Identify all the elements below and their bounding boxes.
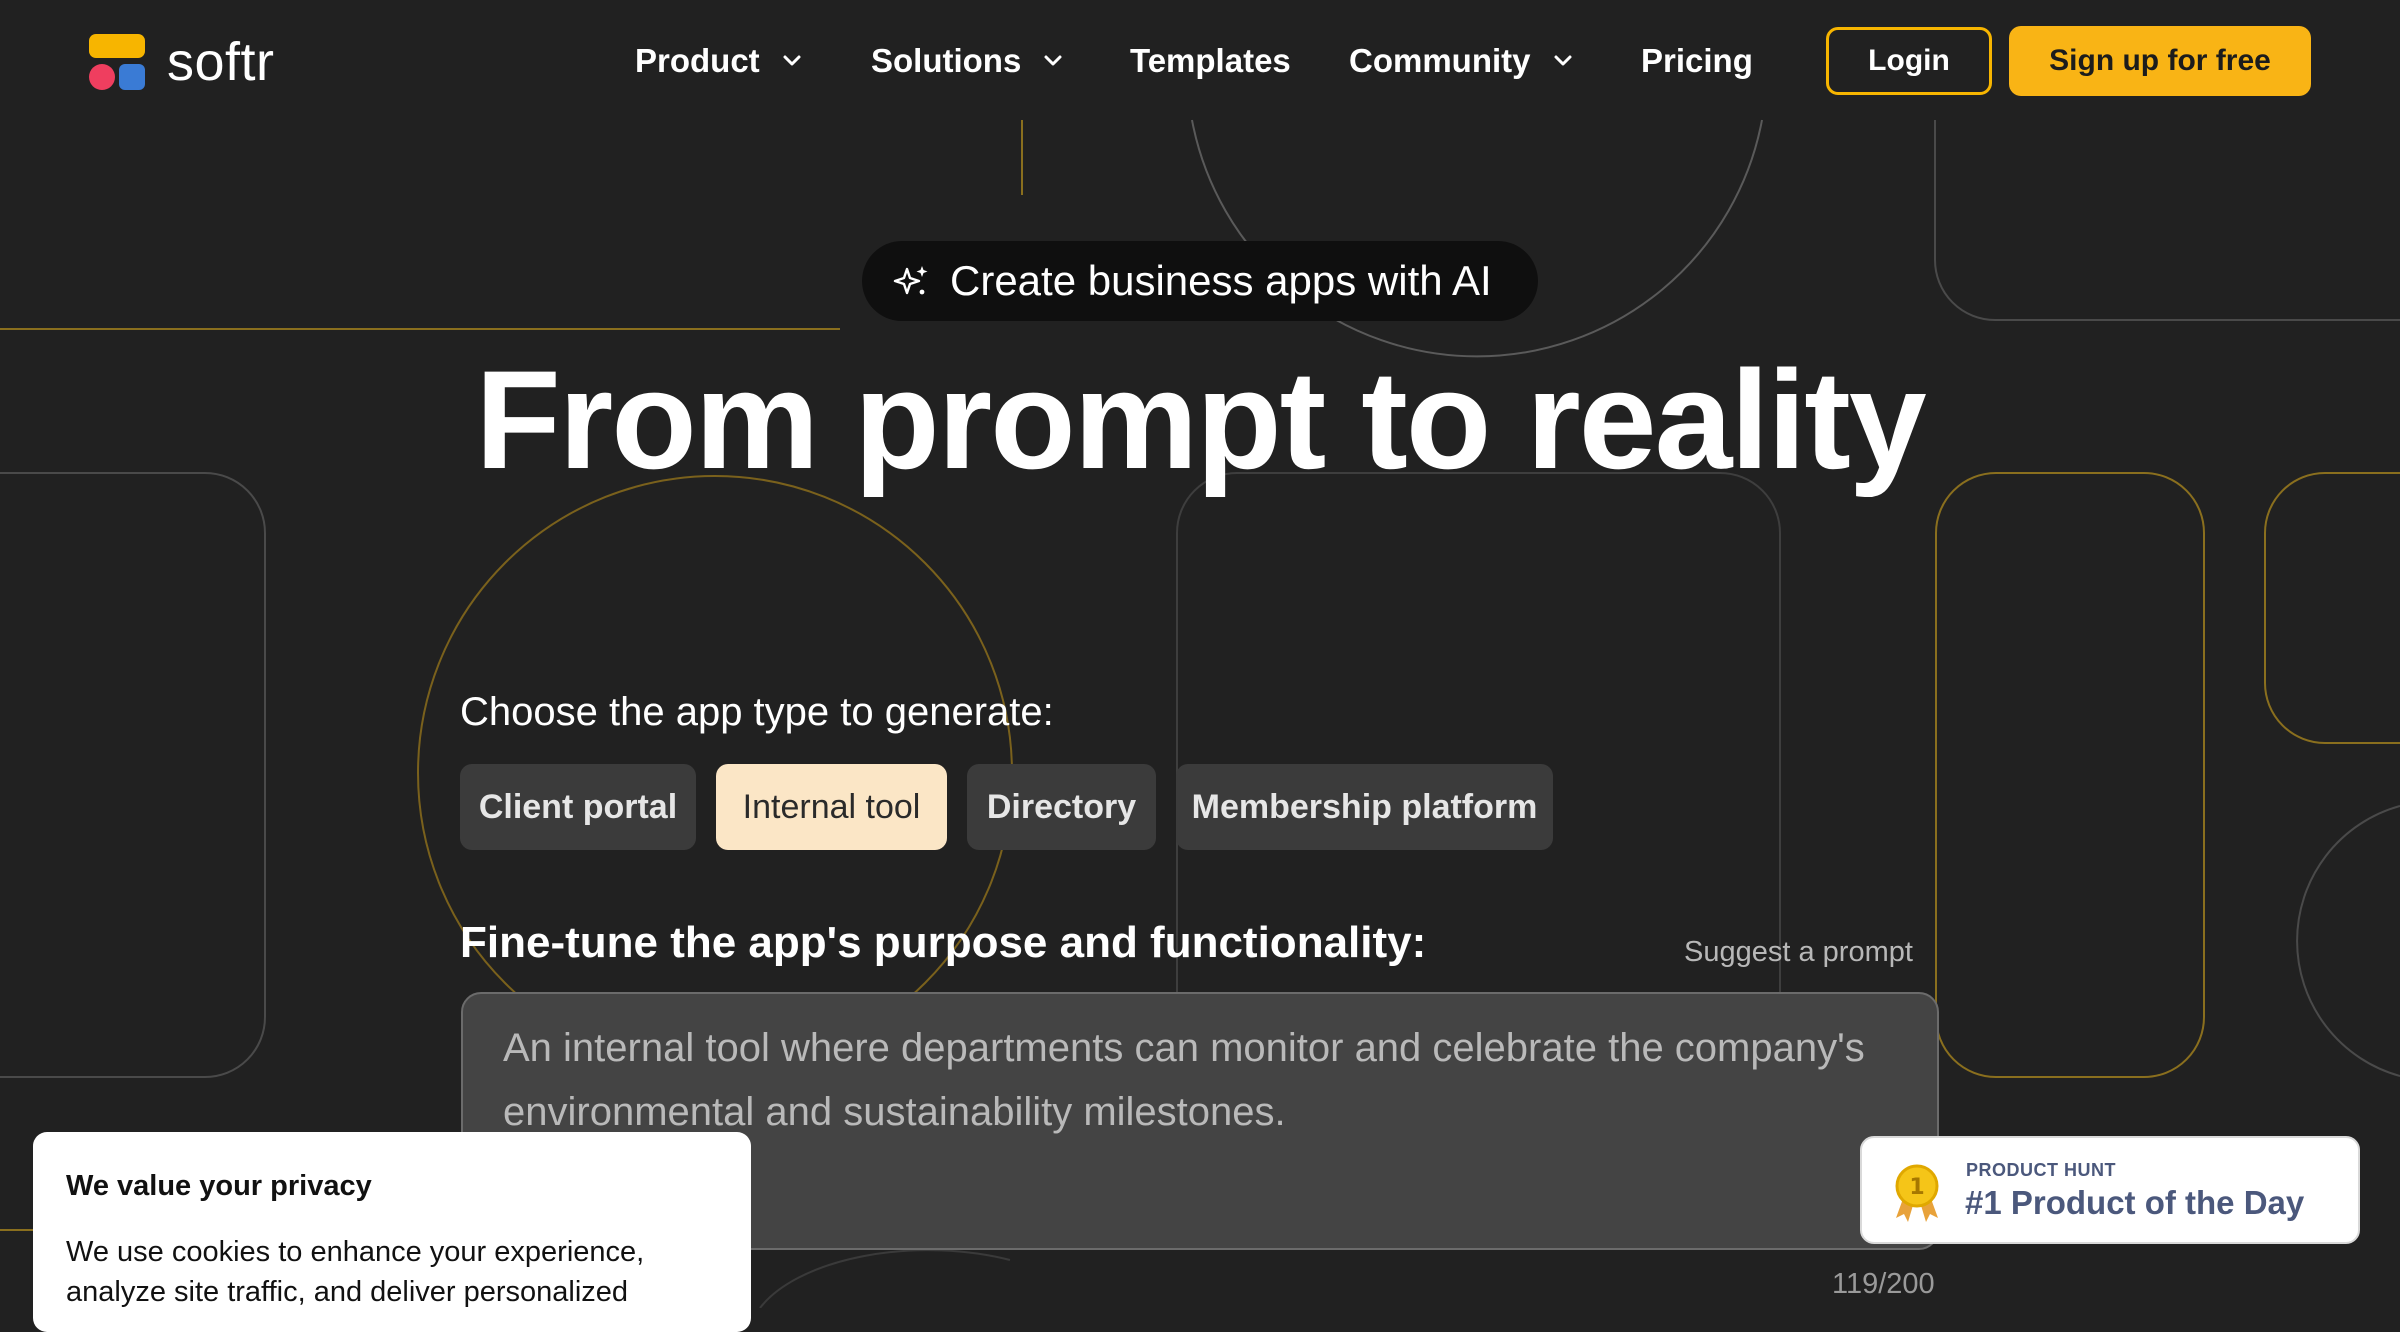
chevron-down-icon bbox=[1554, 55, 1571, 66]
ai-badge-text: Create business apps with AI bbox=[950, 257, 1492, 304]
cookie-banner-title: We value your privacy bbox=[66, 1170, 372, 1202]
svg-text:1: 1 bbox=[1909, 1175, 1924, 1200]
app-type-client-portal[interactable]: Client portal bbox=[460, 764, 696, 850]
app-type-directory[interactable]: Directory bbox=[967, 764, 1156, 850]
prompt-value: An internal tool where departments can m… bbox=[503, 1026, 1865, 1134]
nav-item-community[interactable]: Community bbox=[1349, 34, 1577, 88]
top-nav: softr Product Solutions Templates Commun… bbox=[0, 0, 2400, 120]
product-hunt-badge[interactable]: 1 PRODUCT HUNT #1 Product of the Day bbox=[1860, 1136, 2360, 1244]
app-type-membership-platform[interactable]: Membership platform bbox=[1176, 764, 1553, 850]
nav-item-label: Pricing bbox=[1641, 42, 1753, 79]
nav-item-product[interactable]: Product bbox=[635, 34, 806, 88]
logo-icon bbox=[89, 34, 145, 90]
cookie-banner: We value your privacy We use cookies to … bbox=[33, 1132, 751, 1332]
chevron-down-icon bbox=[783, 55, 801, 66]
nav-item-solutions[interactable]: Solutions bbox=[871, 34, 1067, 88]
nav-item-templates[interactable]: Templates bbox=[1130, 34, 1291, 88]
medal-icon: 1 bbox=[1895, 1164, 1939, 1222]
fine-tune-label: Fine-tune the app's purpose and function… bbox=[460, 918, 1427, 967]
signup-button[interactable]: Sign up for free bbox=[2009, 26, 2311, 96]
ai-badge: Create business apps with AI bbox=[862, 241, 1538, 321]
login-button[interactable]: Login bbox=[1826, 27, 1992, 95]
nav-item-label: Product bbox=[635, 42, 760, 79]
cookie-banner-text: We use cookies to enhance your experienc… bbox=[66, 1236, 645, 1308]
nav-item-label: Templates bbox=[1130, 42, 1291, 79]
nav-item-label: Solutions bbox=[871, 42, 1022, 79]
product-hunt-title: #1 Product of the Day bbox=[1965, 1184, 2305, 1221]
app-type-label: Choose the app type to generate: bbox=[460, 690, 1054, 734]
softr-logo[interactable]: softr bbox=[89, 32, 275, 92]
nav-item-label: Community bbox=[1349, 42, 1531, 79]
char-counter: 119/200 bbox=[1832, 1268, 1935, 1300]
product-hunt-eyebrow: PRODUCT HUNT bbox=[1966, 1160, 2116, 1180]
app-type-internal-tool[interactable]: Internal tool bbox=[716, 764, 947, 850]
chevron-down-icon bbox=[1044, 55, 1062, 66]
hero-title: From prompt to reality bbox=[475, 341, 1926, 498]
nav-item-pricing[interactable]: Pricing bbox=[1641, 34, 1753, 88]
suggest-prompt-link[interactable]: Suggest a prompt bbox=[1684, 936, 1913, 969]
logo-wordmark: softr bbox=[167, 32, 275, 92]
sparkles-icon bbox=[893, 266, 928, 295]
